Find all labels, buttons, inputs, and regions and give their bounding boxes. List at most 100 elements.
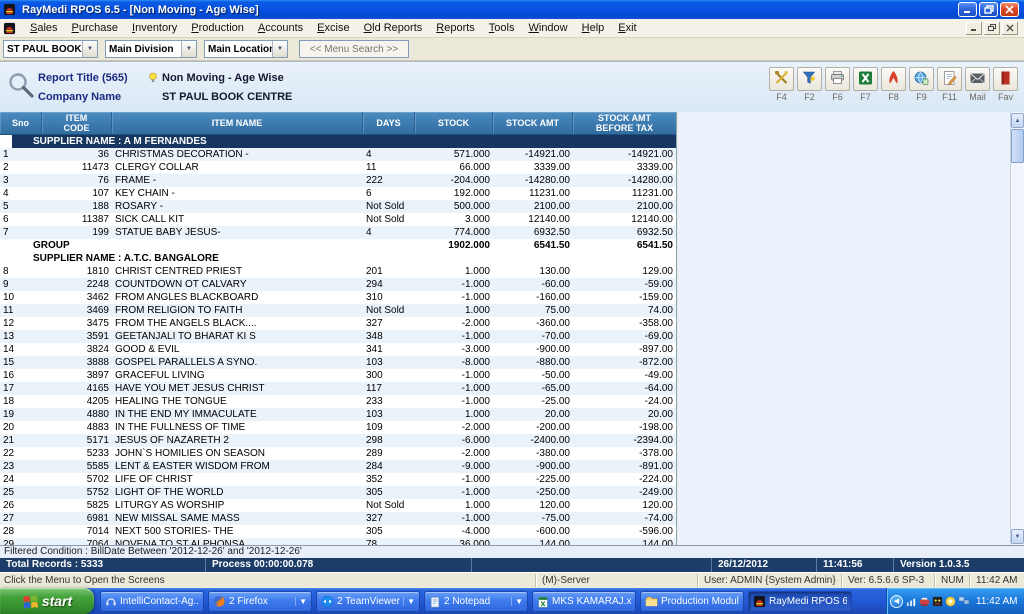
menu-production[interactable]: Production [184, 20, 251, 36]
menu-excise[interactable]: Excise [310, 20, 356, 36]
chevron-down-icon[interactable]: ▼ [82, 41, 97, 57]
restore-button[interactable] [979, 2, 998, 17]
child-close-button[interactable] [1002, 22, 1018, 35]
table-row[interactable]: 143824GOOD & EVIL341-3.000-900.00-897.00 [0, 343, 676, 356]
web-button[interactable] [909, 67, 934, 91]
column-header[interactable]: ITEM NAME [112, 112, 363, 134]
chevron-down-icon[interactable]: ▼ [295, 597, 307, 606]
chevron-down-icon[interactable]: ▼ [403, 597, 415, 606]
table-row[interactable]: 136CHRISTMAS DECORATION -4571.000-14921.… [0, 148, 676, 161]
menu-old-reports[interactable]: Old Reports [357, 20, 430, 36]
pdf-button[interactable] [881, 67, 906, 91]
child-restore-button[interactable] [984, 22, 1000, 35]
child-minimize-button[interactable] [966, 22, 982, 35]
table-row[interactable]: 287014NEXT 500 STORIES- THE305-4.000-600… [0, 525, 676, 538]
web-icon [913, 70, 930, 86]
close-button[interactable] [1000, 2, 1019, 17]
tray-chevron-icon[interactable]: ◀ [890, 595, 903, 608]
table-cell: 144.00 [493, 538, 573, 545]
table-row[interactable]: 163897GRACEFUL LIVING300-1.000-50.00-49.… [0, 369, 676, 382]
table-row[interactable]: 211473CLERGY COLLAR1166.0003339.003339.0… [0, 161, 676, 174]
table-row[interactable]: 174165HAVE YOU MET JESUS CHRIST117-1.000… [0, 382, 676, 395]
title-bar[interactable]: RayMedi RPOS 6.5 - [Non Moving - Age Wis… [0, 0, 1024, 19]
notes-button[interactable] [937, 67, 962, 91]
store-combo[interactable]: ST PAUL BOOK▼ [3, 40, 98, 58]
taskbar-button-mks-kamaraj-xl[interactable]: MKS KAMARAJ.xl... [532, 591, 636, 612]
menu-window[interactable]: Window [521, 20, 574, 36]
menu-sales[interactable]: Sales [23, 20, 65, 36]
tools-button[interactable] [769, 67, 794, 91]
table-row[interactable]: 376FRAME -222-204.000-14280.00-14280.00 [0, 174, 676, 187]
table-row[interactable]: 81810CHRIST CENTRED PRIEST2011.000130.00… [0, 265, 676, 278]
mail-button[interactable] [965, 67, 990, 91]
table-row[interactable]: 255752LIGHT OF THE WORLD305-1.000-250.00… [0, 486, 676, 499]
table-row[interactable]: 194880IN THE END MY IMMACULATE1031.00020… [0, 408, 676, 421]
location-combo[interactable]: Main Location▼ [204, 40, 288, 58]
column-header[interactable]: ITEM CODE [42, 112, 112, 134]
table-row[interactable]: 103462FROM ANGLES BLACKBOARD310-1.000-16… [0, 291, 676, 304]
table-row[interactable]: 92248COUNTDOWN OT CALVARY294-1.000-60.00… [0, 278, 676, 291]
table-row[interactable]: 4107KEY CHAIN -6192.00011231.0011231.00 [0, 187, 676, 200]
table-row[interactable]: 123475FROM THE ANGELS BLACK....327-2.000… [0, 317, 676, 330]
menu-purchase[interactable]: Purchase [65, 20, 125, 36]
vertical-scrollbar[interactable]: ▲ ▼ [1010, 112, 1024, 545]
column-header[interactable]: DAYS [363, 112, 415, 134]
supplier-group-row[interactable]: SUPPLIER NAME : A.T.C. BANGALORE [0, 252, 676, 265]
favourites-button[interactable] [993, 67, 1018, 91]
table-row[interactable]: 204883IN THE FULLNESS OF TIME109-2.000-2… [0, 421, 676, 434]
table-row[interactable]: 611387SICK CALL KITNot Sold3.00012140.00… [0, 213, 676, 226]
printer-icon [829, 70, 846, 86]
chevron-down-icon[interactable]: ▼ [181, 41, 196, 57]
table-row[interactable]: 225233JOHN`S HOMILIES ON SEASON289-2.000… [0, 447, 676, 460]
menu-tools[interactable]: Tools [482, 20, 522, 36]
menu-accounts[interactable]: Accounts [251, 20, 310, 36]
scroll-down-arrow-icon[interactable]: ▼ [1011, 529, 1024, 544]
table-row[interactable]: 297064NOVENA TO ST ALPHONSA7836.000144.0… [0, 538, 676, 545]
scrollbar-thumb[interactable] [1011, 129, 1024, 163]
scroll-up-arrow-icon[interactable]: ▲ [1011, 113, 1024, 128]
supplier-group-row[interactable]: SUPPLIER NAME : A M FERNANDES [0, 135, 676, 148]
printer-tray-icon[interactable] [919, 596, 930, 607]
column-header[interactable]: STOCK AMT [493, 112, 573, 134]
chevron-down-icon[interactable]: ▼ [511, 597, 523, 606]
table-row[interactable]: 265825LITURGY AS WORSHIPNot Sold1.000120… [0, 499, 676, 512]
minimize-button[interactable] [958, 2, 977, 17]
start-button[interactable]: start [0, 588, 94, 614]
table-row[interactable]: 7199STATUE BABY JESUS-4774.0006932.50693… [0, 226, 676, 239]
printer-button[interactable] [825, 67, 850, 91]
menu-search-input[interactable] [299, 40, 409, 58]
table-row[interactable]: 184205HEALING THE TONGUE233-1.000-25.00-… [0, 395, 676, 408]
column-header[interactable]: STOCK AMT BEFORE TAX [573, 112, 676, 134]
taskbar-button-2-notepad[interactable]: 2 Notepad▼ [424, 591, 528, 612]
network-icon[interactable] [958, 595, 970, 607]
messenger-icon[interactable] [945, 596, 956, 607]
menu-inventory[interactable]: Inventory [125, 20, 184, 36]
table-cell: 5233 [42, 447, 112, 460]
taskbar-button-2-teamviewer-8[interactable]: 2 TeamViewer 8▼ [316, 591, 420, 612]
table-row[interactable]: 276981NEW MISSAL SAME MASS327-1.000-75.0… [0, 512, 676, 525]
app-tray-icon[interactable] [932, 596, 943, 607]
table-row[interactable]: 153888GOSPEL PARALLELS A SYNO.103-8.000-… [0, 356, 676, 369]
column-header[interactable]: STOCK [415, 112, 493, 134]
taskbar-button-2-firefox[interactable]: 2 Firefox▼ [208, 591, 312, 612]
menu-exit[interactable]: Exit [611, 20, 643, 36]
table-row[interactable]: 215171JESUS OF NAZARETH 2298-6.000-2400.… [0, 434, 676, 447]
taskbar-button-raymedi-rpos-6[interactable]: RayMedi RPOS 6.... [748, 591, 852, 612]
table-row[interactable]: 113469FROM RELIGION TO FAITHNot Sold1.00… [0, 304, 676, 317]
chevron-down-icon[interactable]: ▼ [272, 41, 287, 57]
menu-help[interactable]: Help [575, 20, 612, 36]
table-row[interactable]: 245702LIFE OF CHRIST352-1.000-225.00-224… [0, 473, 676, 486]
table-row[interactable]: 235585LENT & EASTER WISDOM FROM284-9.000… [0, 460, 676, 473]
division-combo[interactable]: Main Division▼ [105, 40, 197, 58]
table-row[interactable]: 5188ROSARY -Not Sold500.0002100.002100.0… [0, 200, 676, 213]
table-cell: -24.00 [573, 395, 676, 408]
taskbar-button-intellicontact-ag[interactable]: IntelliContact-Ag... [100, 591, 204, 612]
menu-reports[interactable]: Reports [429, 20, 482, 36]
app-status-bar: Click the Menu to Open the Screens (M)-S… [0, 572, 1024, 588]
table-row[interactable]: 133591GEETANJALI TO BHARAT KI S348-1.000… [0, 330, 676, 343]
column-header[interactable]: Sno [0, 112, 42, 134]
taskbar-button-production-module[interactable]: Production Module [640, 591, 744, 612]
signal-strength-icon[interactable] [906, 596, 917, 607]
filter-button[interactable] [797, 67, 822, 91]
excel-button[interactable] [853, 67, 878, 91]
